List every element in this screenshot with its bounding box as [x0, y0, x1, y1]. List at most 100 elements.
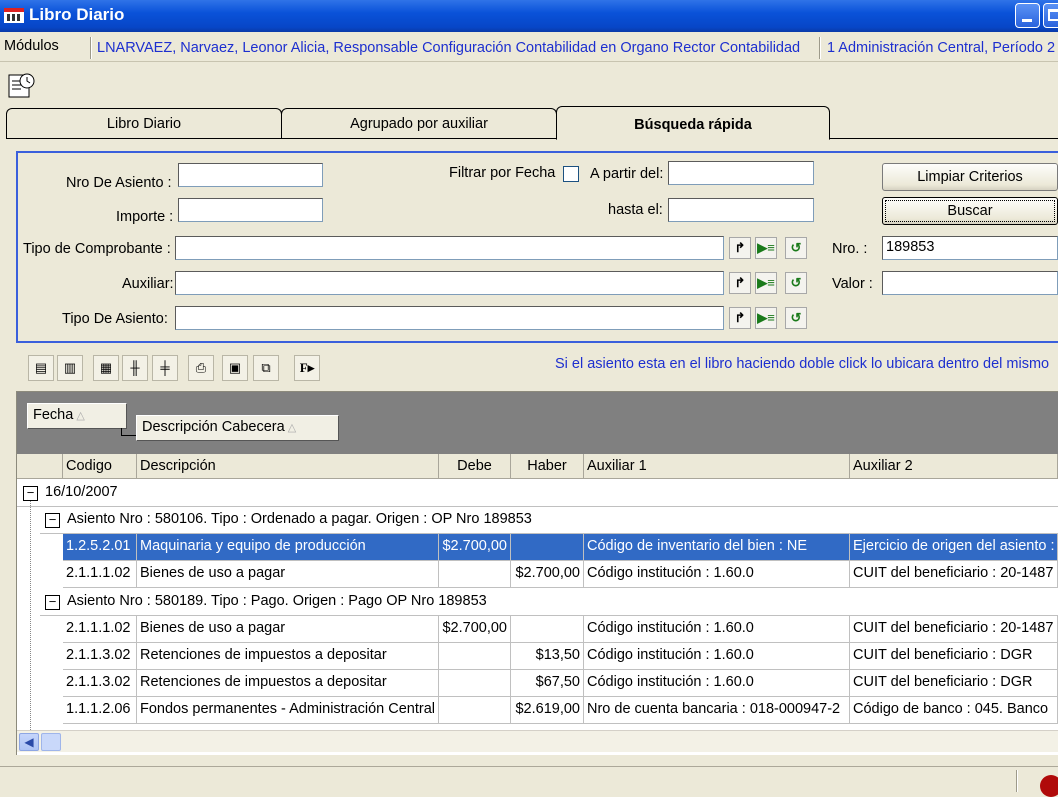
collapse-asiento-icon[interactable]: − — [45, 513, 60, 528]
formula-icon[interactable]: F▸ — [294, 355, 320, 381]
horizontal-scrollbar[interactable]: ◀ — [17, 730, 1058, 752]
tab-busqueda-rapida[interactable]: Búsqueda rápida — [556, 106, 830, 140]
print-icon[interactable]: ⎙ — [188, 355, 214, 381]
column-header-auxiliar1[interactable]: Auxiliar 1 — [584, 454, 850, 479]
play-list-icon[interactable]: ▶≡ — [755, 237, 777, 259]
tree-line — [30, 501, 31, 730]
undo-icon[interactable]: ↺ — [785, 307, 807, 329]
table-row[interactable]: 2.1.1.1.02 Bienes de uso a pagar $2.700,… — [63, 561, 1058, 588]
valor-input[interactable] — [882, 271, 1058, 295]
cell-codigo: 1.1.1.2.06 — [63, 697, 137, 724]
filtrar-fecha-checkbox[interactable] — [563, 166, 579, 182]
divider — [17, 506, 1058, 507]
fecha-hasta-input[interactable] — [668, 198, 814, 222]
cell-codigo: 2.1.1.1.02 — [63, 616, 137, 643]
cell-debe: $2.700,00 — [439, 616, 511, 643]
cell-codigo: 2.1.1.3.02 — [63, 670, 137, 697]
split-columns-icon[interactable]: ╫ — [122, 355, 148, 381]
columns-icon[interactable]: ▦ — [93, 355, 119, 381]
column-header-descripcion[interactable]: Descripción — [137, 454, 439, 479]
table-row[interactable]: 2.1.1.3.02 Retenciones de impuestos a de… — [63, 643, 1058, 670]
group-chip-fecha[interactable]: Fecha △ — [27, 403, 127, 429]
user-info: LNARVAEZ, Narvaez, Leonor Alicia, Respon… — [97, 40, 801, 56]
modules-menu[interactable]: Módulos — [4, 38, 59, 54]
cell-descripcion: Maquinaria y equipo de producción — [137, 534, 439, 561]
cell-haber — [511, 534, 584, 561]
app-icon — [4, 8, 24, 23]
hasta-label: hasta el: — [608, 202, 663, 218]
limpiar-criterios-button[interactable]: Limpiar Criterios — [882, 163, 1058, 191]
hint-text: Si el asiento esta en el libro haciendo … — [555, 356, 1050, 372]
group-chip-descripcion[interactable]: Descripción Cabecera △ — [136, 415, 339, 441]
collapse-asiento-icon[interactable]: − — [45, 595, 60, 610]
collapse-date-icon[interactable]: − — [23, 486, 38, 501]
play-list-icon[interactable]: ▶≡ — [755, 307, 777, 329]
cell-auxiliar2: Ejercicio de origen del asiento : — [850, 534, 1058, 561]
minimize-button[interactable] — [1015, 3, 1040, 28]
play-list-icon[interactable]: ▶≡ — [755, 272, 777, 294]
nro-asiento-label: Nro De Asiento : — [66, 175, 172, 191]
cell-auxiliar1: Nro de cuenta bancaria : 018-000947-2 — [584, 697, 850, 724]
asiento-header: Asiento Nro : 580106. Tipo : Ordenado a … — [67, 511, 532, 527]
importe-input[interactable] — [178, 198, 323, 222]
select-arrow-icon[interactable]: ↱ — [729, 272, 751, 294]
cell-codigo: 1.2.5.2.01 — [63, 534, 137, 561]
tipo-comprobante-input[interactable] — [175, 236, 724, 260]
nro-input[interactable]: 189853 — [882, 236, 1058, 260]
divider — [90, 37, 92, 59]
table-row[interactable]: 2.1.1.1.02 Bienes de uso a pagar $2.700,… — [63, 616, 1058, 643]
group-chip-label: Fecha — [33, 407, 74, 423]
tipo-asiento-input[interactable] — [175, 306, 724, 330]
print-preview-icon[interactable]: ▣ — [222, 355, 248, 381]
column-header-debe[interactable]: Debe — [439, 454, 511, 479]
select-arrow-icon[interactable]: ↱ — [729, 307, 751, 329]
cell-descripcion: Retenciones de impuestos a depositar — [137, 670, 439, 697]
group-connector — [121, 428, 137, 436]
tipo-asiento-label: Tipo De Asiento: — [62, 311, 168, 327]
cell-codigo: 2.1.1.1.02 — [63, 561, 137, 588]
asiento-header: Asiento Nro : 580189. Tipo : Pago. Orige… — [67, 593, 487, 609]
table-row[interactable]: 1.1.1.2.06 Fondos permanentes - Administ… — [63, 697, 1058, 724]
cell-auxiliar2: CUIT del beneficiario : 20-1487 — [850, 616, 1058, 643]
undo-icon[interactable]: ↺ — [785, 237, 807, 259]
undo-icon[interactable]: ↺ — [785, 272, 807, 294]
filter-columns-icon[interactable]: ╪ — [152, 355, 178, 381]
nro-asiento-input[interactable] — [178, 163, 323, 187]
cell-descripcion: Bienes de uso a pagar — [137, 561, 439, 588]
valor-label: Valor : — [832, 276, 873, 292]
cell-auxiliar2: Código de banco : 045. Banco — [850, 697, 1058, 724]
cell-descripcion: Retenciones de impuestos a depositar — [137, 643, 439, 670]
table-row[interactable]: 2.1.1.3.02 Retenciones de impuestos a de… — [63, 670, 1058, 697]
scroll-thumb[interactable] — [41, 733, 61, 751]
column-header-indent — [17, 454, 63, 479]
auxiliar-input[interactable] — [175, 271, 724, 295]
cell-debe: $2.700,00 — [439, 534, 511, 561]
copy-icon[interactable]: ⧉ — [253, 355, 279, 381]
tipo-comprobante-label: Tipo de Comprobante : — [23, 241, 171, 257]
fecha-desde-input[interactable] — [668, 161, 814, 185]
select-arrow-icon[interactable]: ↱ — [729, 237, 751, 259]
table-row[interactable]: 1.2.5.2.01 Maquinaria y equipo de produc… — [63, 534, 1058, 561]
cell-haber: $67,50 — [511, 670, 584, 697]
scroll-left-icon[interactable]: ◀ — [19, 733, 39, 751]
cell-auxiliar1: Código institución : 1.60.0 — [584, 616, 850, 643]
cell-haber: $13,50 — [511, 643, 584, 670]
buscar-button[interactable]: Buscar — [882, 197, 1058, 225]
a-partir-label: A partir del: — [590, 166, 664, 182]
cell-debe — [439, 670, 511, 697]
importe-label: Importe : — [116, 209, 174, 225]
nro-label: Nro. : — [832, 241, 868, 257]
collapse-icon[interactable]: ▥ — [57, 355, 83, 381]
report-icon[interactable] — [7, 69, 37, 101]
column-header-codigo[interactable]: Codigo — [63, 454, 137, 479]
column-header-haber[interactable]: Haber — [511, 454, 584, 479]
maximize-button[interactable] — [1043, 3, 1058, 28]
tab-agrupado-auxiliar[interactable]: Agrupado por auxiliar — [281, 108, 557, 138]
divider — [1016, 770, 1018, 792]
cell-auxiliar1: Código de inventario del bien : NE — [584, 534, 850, 561]
column-header-auxiliar2[interactable]: Auxiliar 2 — [850, 454, 1058, 479]
tab-libro-diario[interactable]: Libro Diario — [6, 108, 282, 138]
cell-auxiliar1: Código institución : 1.60.0 — [584, 561, 850, 588]
expand-icon[interactable]: ▤ — [28, 355, 54, 381]
group-chip-label: Descripción Cabecera — [142, 419, 285, 435]
